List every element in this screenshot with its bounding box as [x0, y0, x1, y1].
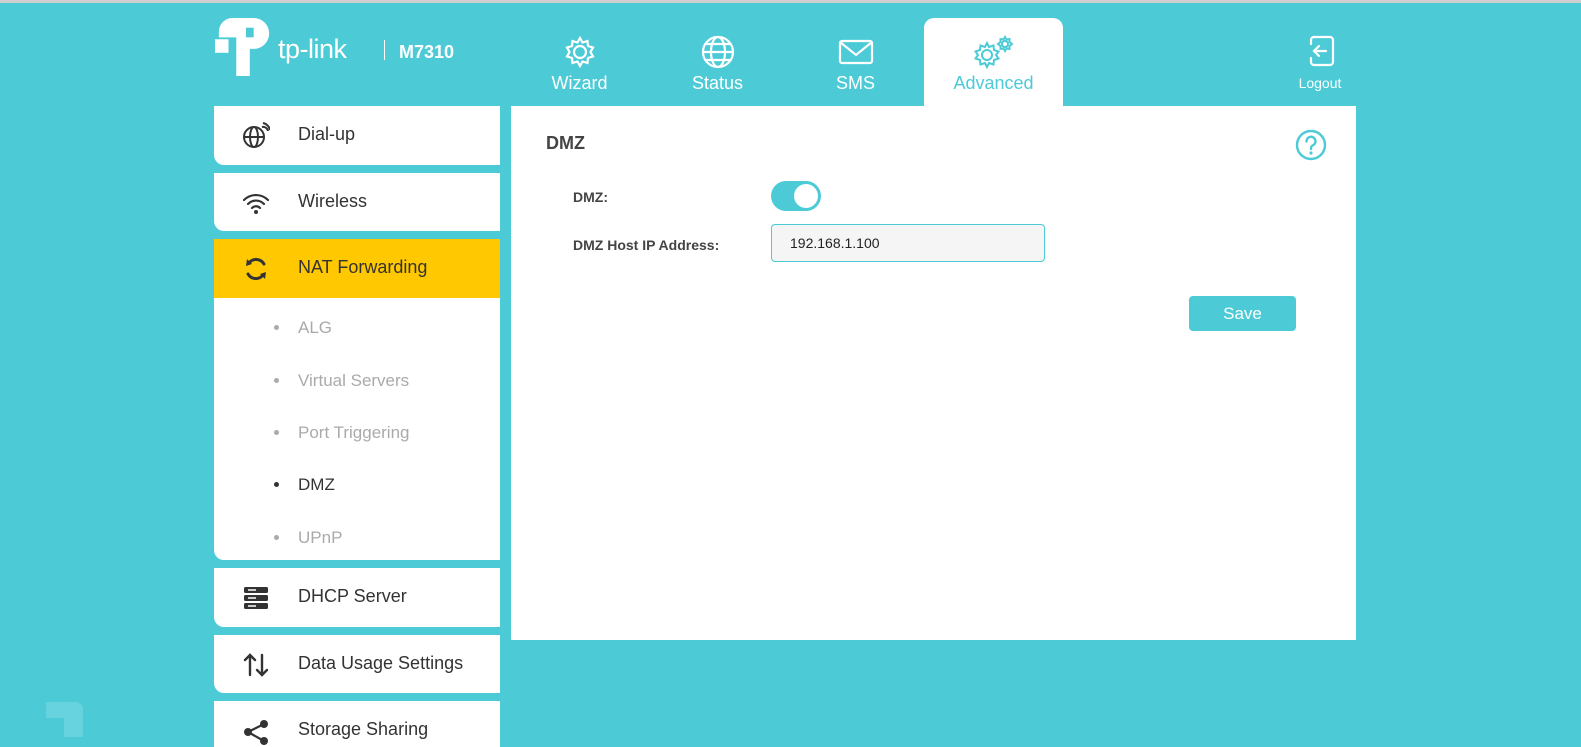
logout-button[interactable]: Logout — [1292, 34, 1348, 91]
sidebar-item-label: Wireless — [298, 191, 368, 211]
logout-icon — [1309, 35, 1335, 67]
submenu-item-alg[interactable]: ALG — [214, 306, 500, 350]
sidebar-item-label: Data Usage Settings — [298, 653, 464, 673]
bullet-icon — [274, 535, 279, 540]
tab-sms-label: SMS — [835, 73, 875, 93]
tp-link-logo-icon — [215, 18, 270, 76]
submenu-item-label: UPnP — [298, 528, 343, 547]
submenu-item-label: ALG — [298, 318, 333, 337]
sidebar-item-label: Dial-up — [298, 124, 356, 144]
model-name: M7310 — [399, 42, 455, 62]
bullet-icon — [274, 378, 279, 383]
logout-label: Logout — [1298, 75, 1342, 91]
submenu-item-label: DMZ — [298, 475, 335, 494]
dmz-toggle[interactable] — [771, 181, 821, 211]
brand-separator — [384, 40, 385, 60]
sidebar-item-data-usage-settings[interactable]: Data Usage Settings — [214, 635, 500, 693]
wifi-icon — [242, 193, 270, 214]
sidebar-item-label: Storage Sharing — [298, 719, 429, 739]
sidebar-item-label: DHCP Server — [298, 586, 407, 606]
sidebar-item-wireless[interactable]: Wireless — [214, 173, 500, 231]
dmz-host-ip-input[interactable] — [771, 224, 1045, 262]
sidebar-item-nat-forwarding[interactable]: NAT Forwarding — [214, 239, 500, 298]
sidebar-item-label: NAT Forwarding — [298, 257, 428, 277]
sidebar-item-dial-up[interactable]: Dial-up — [214, 106, 500, 165]
tab-sms[interactable]: SMS — [786, 18, 925, 106]
submenu-item-virtual-servers[interactable]: Virtual Servers — [214, 359, 500, 403]
nat-forwarding-icon — [246, 257, 266, 281]
submenu-item-upnp[interactable]: UPnP — [214, 516, 500, 560]
bullet-icon — [274, 482, 279, 487]
tab-advanced-label: Advanced — [953, 73, 1034, 93]
page-title: DMZ — [546, 133, 585, 153]
nat-forwarding-submenu: ALG Virtual Servers Port Triggering DMZ … — [214, 298, 500, 560]
tab-status-label: Status — [691, 73, 744, 93]
share-icon — [244, 720, 268, 745]
help-icon[interactable] — [1295, 129, 1327, 161]
sidebar-item-dhcp-server[interactable]: DHCP Server — [214, 568, 500, 627]
data-usage-icon — [243, 653, 269, 677]
envelope-icon — [838, 39, 873, 65]
submenu-item-label: Port Triggering — [298, 423, 410, 442]
server-icon — [244, 587, 268, 609]
tab-advanced[interactable]: Advanced — [924, 18, 1063, 106]
tab-wizard[interactable]: Wizard — [510, 18, 649, 106]
watermark-logo-icon — [46, 702, 84, 737]
gear-icon — [564, 35, 595, 69]
submenu-item-dmz[interactable]: DMZ — [214, 463, 500, 507]
submenu-item-port-triggering[interactable]: Port Triggering — [214, 411, 500, 455]
dmz-toggle-label: DMZ: — [573, 189, 608, 205]
bullet-icon — [274, 430, 279, 435]
sidebar-item-storage-sharing[interactable]: Storage Sharing — [214, 701, 500, 747]
brand-name: tp-link — [278, 34, 347, 64]
toggle-knob — [794, 184, 818, 208]
tab-status[interactable]: Status — [648, 18, 787, 106]
globe-icon — [701, 35, 734, 69]
browser-top-border — [0, 0, 1581, 3]
tab-wizard-label: Wizard — [551, 73, 608, 93]
gears-icon — [973, 35, 1014, 70]
dialup-globe-icon — [243, 122, 270, 148]
bullet-icon — [274, 325, 279, 330]
save-button[interactable]: Save — [1189, 296, 1296, 331]
dmz-panel: DMZ DMZ: DMZ Host IP Address: Save — [511, 106, 1356, 640]
submenu-item-label: Virtual Servers — [298, 371, 410, 390]
dmz-host-ip-label: DMZ Host IP Address: — [573, 237, 720, 253]
